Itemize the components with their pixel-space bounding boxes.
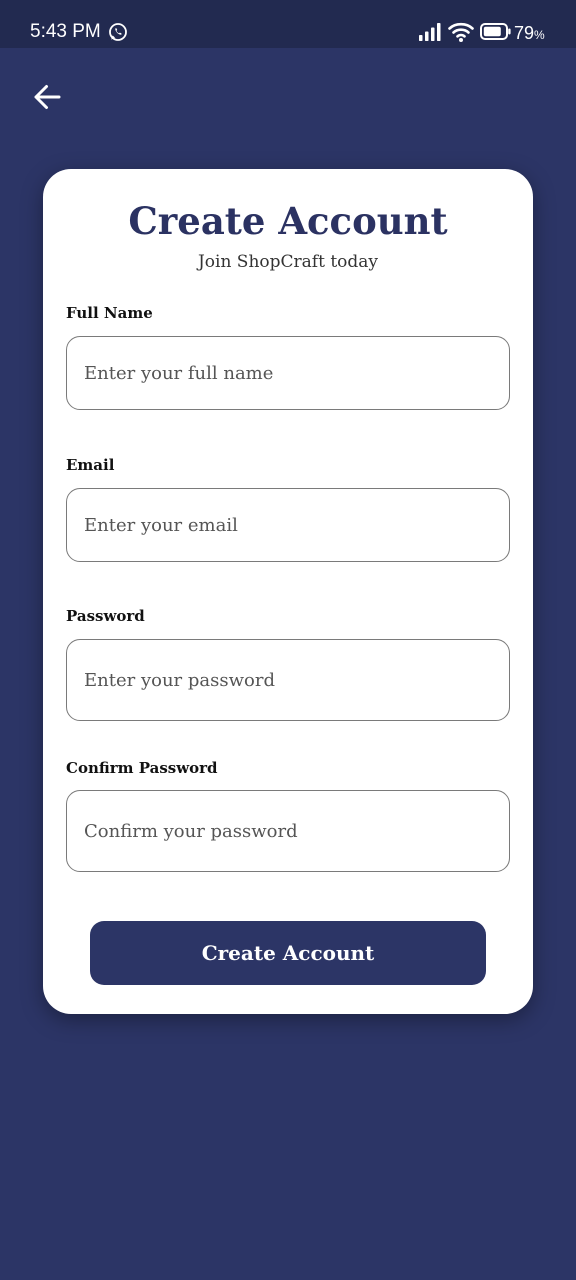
full-name-label: Full Name <box>66 304 153 322</box>
whatsapp-icon <box>109 23 127 41</box>
confirm-password-input[interactable] <box>66 790 510 872</box>
signup-card: Create Account Join ShopCraft today Full… <box>43 169 533 1014</box>
email-input[interactable] <box>66 488 510 562</box>
status-time: 5:43 PM <box>30 21 101 42</box>
arrow-left-icon <box>34 85 61 109</box>
full-name-input[interactable] <box>66 336 510 410</box>
signal-icon <box>419 23 441 41</box>
battery-icon <box>480 23 511 40</box>
create-account-button[interactable]: Create Account <box>90 921 486 985</box>
battery-percentage: 79% <box>514 23 545 43</box>
page-title: Create Account <box>128 199 448 243</box>
password-input[interactable] <box>66 639 510 721</box>
page-subtitle: Join ShopCraft today <box>197 252 379 272</box>
back-button[interactable] <box>26 76 68 118</box>
wifi-icon <box>448 22 474 42</box>
confirm-password-label: Confirm Password <box>66 759 218 777</box>
password-label: Password <box>66 607 145 625</box>
email-label: Email <box>66 456 115 474</box>
status-bar: 5:43 PM 79% <box>0 0 576 48</box>
